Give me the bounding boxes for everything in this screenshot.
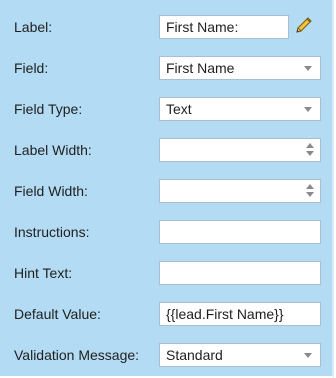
label-input[interactable]: First Name:: [159, 15, 289, 39]
validation-message-label: Validation Message:: [14, 347, 140, 363]
field-type-select-value: Text: [166, 101, 192, 117]
field-width-label: Field Width:: [14, 183, 88, 199]
instructions-label: Instructions:: [14, 224, 90, 240]
hint-text-row: Hint Text:: [0, 259, 332, 287]
field-type-select[interactable]: Text: [159, 97, 321, 121]
label-label: Label:: [14, 19, 53, 35]
pencil-icon[interactable]: [293, 16, 313, 36]
hint-text-input[interactable]: [159, 261, 321, 285]
field-width-stepper[interactable]: [159, 179, 321, 203]
hint-text-label: Hint Text:: [14, 265, 73, 281]
label-input-value: First Name:: [166, 19, 239, 35]
field-type-row: Field Type: Text: [0, 95, 332, 123]
field-width-row: Field Width:: [0, 177, 332, 205]
field-label: Field:: [14, 60, 49, 76]
chevron-down-icon: [304, 353, 312, 358]
label-width-label: Label Width:: [14, 142, 92, 158]
instructions-row: Instructions:: [0, 218, 332, 246]
field-row: Field: First Name: [0, 54, 332, 82]
instructions-input[interactable]: [159, 220, 321, 244]
default-value-label: Default Value:: [14, 306, 101, 322]
field-properties-panel: Label: First Name: Field: First Name Fie…: [0, 0, 334, 378]
validation-message-value: Standard: [166, 347, 223, 363]
label-width-row: Label Width:: [0, 136, 332, 164]
chevron-down-icon: [304, 66, 312, 71]
field-type-label: Field Type:: [14, 101, 83, 117]
field-select-value: First Name: [166, 60, 235, 76]
stepper-arrows-icon[interactable]: [306, 184, 314, 198]
default-value-row: Default Value: {{lead.First Name}}: [0, 300, 332, 328]
field-select[interactable]: First Name: [159, 56, 321, 80]
default-value-value: {{lead.First Name}}: [166, 306, 284, 322]
validation-message-select[interactable]: Standard: [159, 343, 321, 367]
label-row: Label: First Name:: [0, 13, 332, 41]
validation-message-row: Validation Message: Standard: [0, 341, 332, 369]
default-value-input[interactable]: {{lead.First Name}}: [159, 302, 321, 326]
stepper-arrows-icon[interactable]: [306, 143, 314, 157]
label-width-stepper[interactable]: [159, 138, 321, 162]
chevron-down-icon: [304, 107, 312, 112]
